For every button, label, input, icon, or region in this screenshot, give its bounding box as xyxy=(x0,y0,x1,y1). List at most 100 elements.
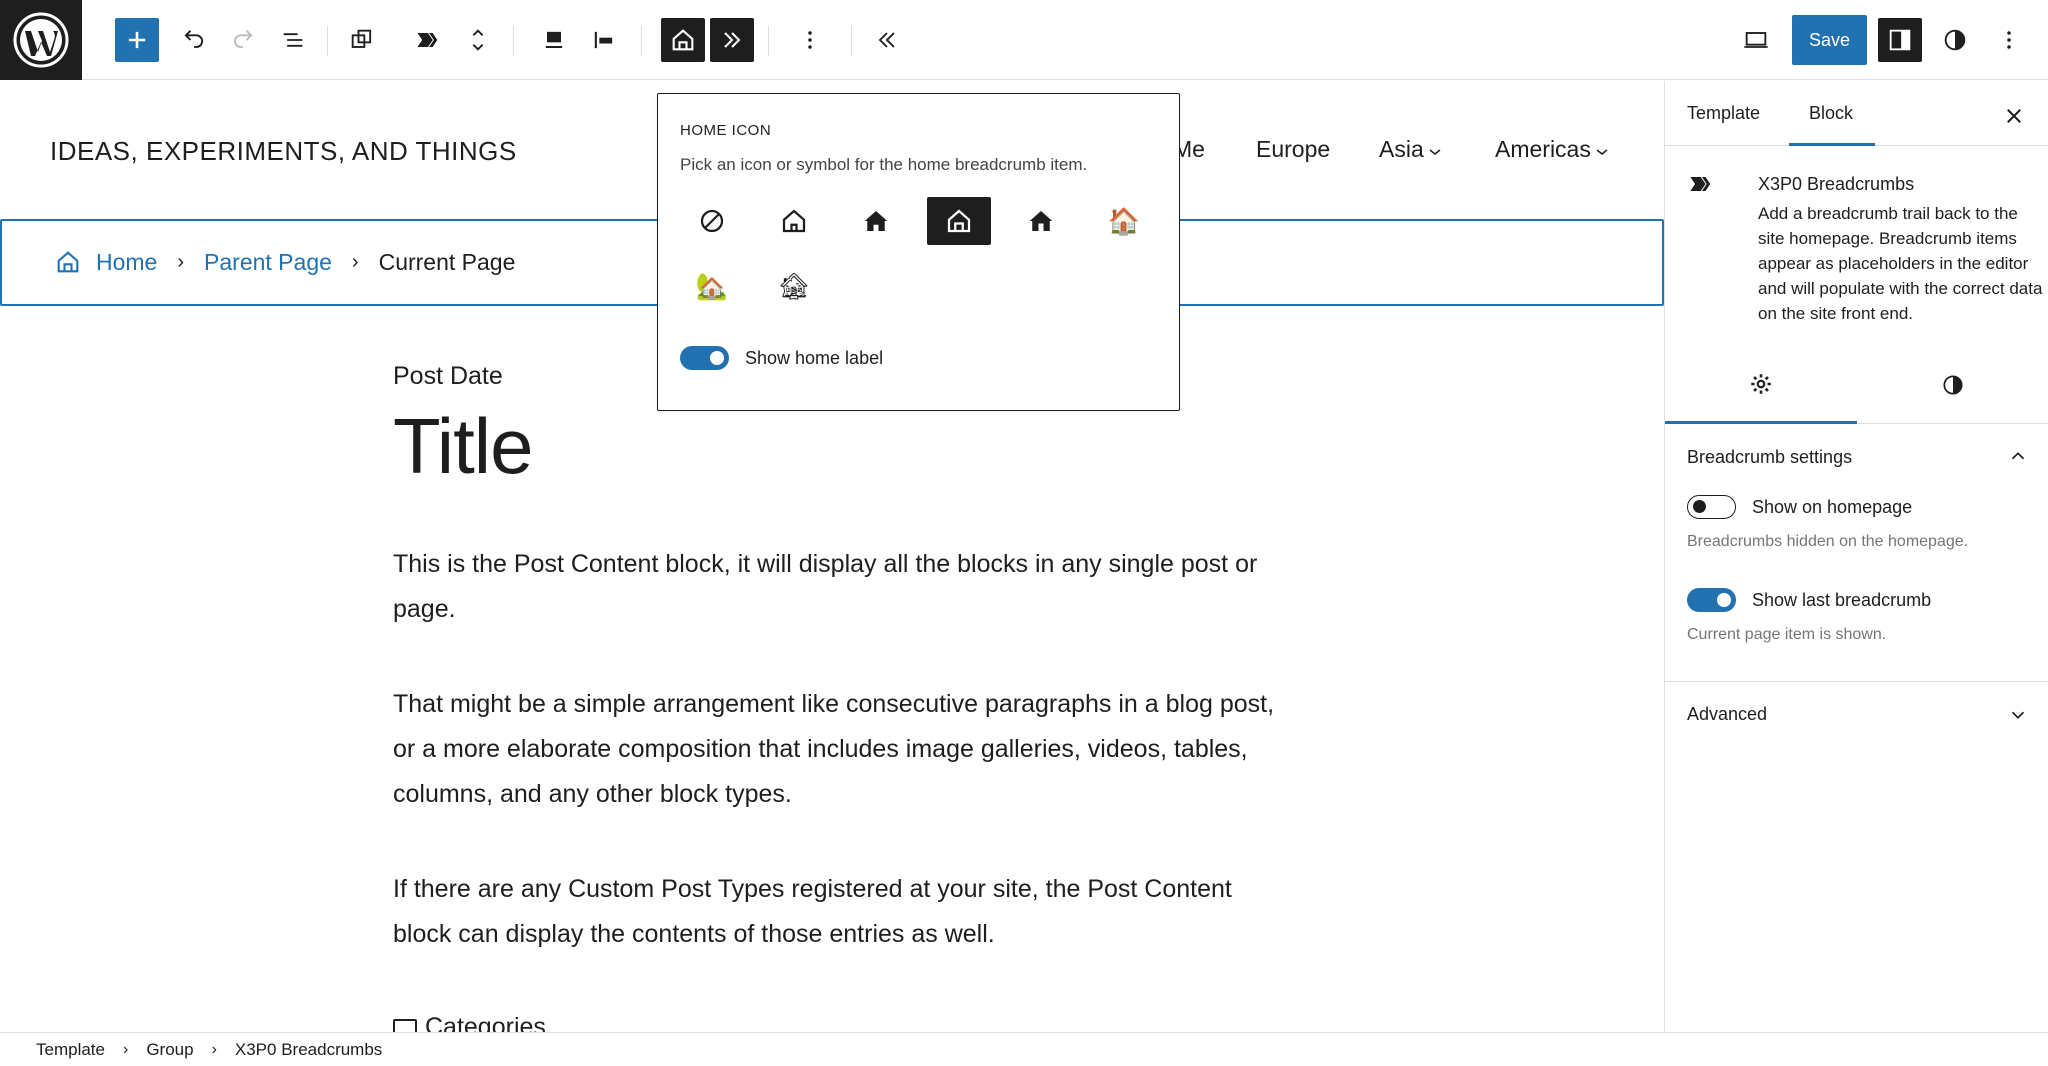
breadcrumb-current: Current Page xyxy=(378,248,516,275)
block-type-button[interactable] xyxy=(406,18,450,62)
categories-label: Categories xyxy=(425,1013,546,1032)
options-button[interactable] xyxy=(1987,18,2031,62)
icon-option-house-outline-door[interactable] xyxy=(927,197,991,245)
show-last-breadcrumb-help: Current page item is shown. xyxy=(1687,626,1887,643)
breadcrumb-home-link[interactable]: Home xyxy=(96,249,157,276)
show-home-label-toggle[interactable] xyxy=(680,346,729,370)
paragraph[interactable]: That might be a simple arrangement like … xyxy=(393,682,1293,817)
popover-heading: HOME ICON xyxy=(680,122,772,139)
navigation: Americas xyxy=(1495,136,1609,164)
chevron-double-left-icon xyxy=(878,32,895,48)
house-outline-icon xyxy=(782,209,806,233)
block-breadcrumb-bar: Template › Group › X3P0 Breadcrumbs xyxy=(0,1032,2048,1066)
home-icon xyxy=(672,29,694,51)
breadcrumb-block-icon xyxy=(1690,177,1711,191)
save-button[interactable]: Save xyxy=(1792,15,1867,65)
chevron-down-icon[interactable] xyxy=(2007,704,2029,726)
gear-icon xyxy=(1751,373,1771,394)
breadcrumb-separator: › xyxy=(351,250,359,273)
contrast-icon xyxy=(1943,375,1963,395)
post-categories[interactable]: Categories xyxy=(393,1013,546,1032)
show-on-homepage-row: Show on homepage xyxy=(1687,495,1912,519)
icon-option-house-solid-door[interactable] xyxy=(1009,197,1073,245)
close-icon[interactable] xyxy=(1999,101,2029,131)
show-last-breadcrumb-label: Show last breadcrumb xyxy=(1752,589,1932,610)
styles-button[interactable] xyxy=(1933,18,1977,62)
wordpress-icon xyxy=(13,12,69,68)
separator-icon-button[interactable] xyxy=(710,18,754,62)
footer-crumb-template[interactable]: Template xyxy=(36,1040,105,1060)
redo-icon xyxy=(233,30,253,48)
move-up-down-button[interactable] xyxy=(456,18,500,62)
icon-option-derelict-house-emoji[interactable]: 🏚 xyxy=(762,262,826,310)
tab-styles[interactable] xyxy=(1857,346,2048,424)
chevron-up-down-icon xyxy=(472,29,484,51)
sidebar-icon xyxy=(1889,29,1911,51)
undo-button[interactable] xyxy=(172,18,216,62)
navigation: Europe xyxy=(1256,136,1330,163)
icon-option-house-emoji[interactable]: 🏠 xyxy=(1092,197,1156,245)
house-solid-icon xyxy=(864,211,888,231)
add-block-button[interactable] xyxy=(115,18,159,62)
align-button[interactable] xyxy=(532,18,576,62)
icon-option-house-solid[interactable] xyxy=(844,197,908,245)
footer-crumb-block: X3P0 Breadcrumbs xyxy=(234,1039,383,1059)
preview-button[interactable] xyxy=(1734,18,1778,62)
home-icon-button[interactable] xyxy=(661,18,705,62)
chevron-down-icon xyxy=(1596,149,1608,155)
show-last-breadcrumb-toggle[interactable] xyxy=(1687,588,1736,612)
tab-settings[interactable] xyxy=(1665,346,1857,424)
tab-template[interactable]: Template xyxy=(1687,103,1760,124)
chevron-right-icon: › xyxy=(122,1040,129,1058)
nav-item-europe[interactable]: Europe xyxy=(1256,136,1330,163)
icon-option-house-garden-emoji[interactable]: 🏡 xyxy=(680,262,744,310)
tab-block[interactable]: Block xyxy=(1788,103,1876,146)
copy-icon xyxy=(351,29,372,48)
footer-crumb-group[interactable]: Group xyxy=(146,1040,193,1060)
show-last-breadcrumb-row: Show last breadcrumb xyxy=(1687,588,1931,612)
collapse-toolbar-button[interactable] xyxy=(865,18,909,62)
toolbar-divider xyxy=(641,26,642,56)
sidebar-tabs: Template Block xyxy=(1665,81,2048,146)
toolbar-divider xyxy=(768,26,769,56)
advanced-heading[interactable]: Advanced xyxy=(1687,704,1767,725)
redo-button[interactable] xyxy=(221,18,265,62)
toolbar-divider xyxy=(851,26,852,56)
chevron-up-icon[interactable] xyxy=(2007,445,2029,467)
block-options-button[interactable] xyxy=(788,18,832,62)
folder-icon xyxy=(393,1019,417,1032)
show-on-homepage-label: Show on homepage xyxy=(1752,496,1913,517)
toolbar-divider xyxy=(327,26,328,56)
post-title[interactable]: Title xyxy=(393,401,1293,492)
breadcrumb-separator: › xyxy=(177,250,185,273)
undo-icon xyxy=(184,30,204,48)
document-overview-button[interactable] xyxy=(271,18,315,62)
more-vertical-icon xyxy=(2007,31,2011,49)
navigation: Asia xyxy=(1379,136,1442,164)
desktop-icon xyxy=(1744,32,1768,48)
justify-left-icon xyxy=(594,31,613,49)
icon-option-none[interactable] xyxy=(680,197,744,245)
nav-item-asia[interactable]: Asia xyxy=(1379,136,1424,164)
show-home-label-text: Show home label xyxy=(745,347,884,368)
parent-block-button[interactable] xyxy=(340,18,384,62)
settings-sidebar-button[interactable] xyxy=(1878,18,1922,62)
popover-help-text: Pick an icon or symbol for the home brea… xyxy=(680,155,1088,174)
paragraph[interactable]: This is the Post Content block, it will … xyxy=(393,542,1293,632)
house-solid-door-icon xyxy=(1029,211,1053,231)
inspector-tabs xyxy=(1665,346,2048,424)
house-door-icon xyxy=(947,209,971,233)
show-on-homepage-toggle[interactable] xyxy=(1687,495,1736,519)
nav-item-americas[interactable]: Americas xyxy=(1495,136,1591,164)
breadcrumb-block-icon xyxy=(417,33,438,47)
block-icon xyxy=(700,209,724,233)
align-top-icon xyxy=(545,31,563,49)
breadcrumb-parent-link[interactable]: Parent Page xyxy=(204,249,332,276)
icon-option-house-outline[interactable] xyxy=(762,197,826,245)
site-title[interactable]: IDEAS, EXPERIMENTS, AND THINGS xyxy=(50,136,517,167)
chevron-double-right-icon xyxy=(724,32,741,48)
wordpress-logo-button[interactable] xyxy=(0,0,82,80)
paragraph[interactable]: If there are any Custom Post Types regis… xyxy=(393,867,1293,957)
breadcrumb-settings-heading[interactable]: Breadcrumb settings xyxy=(1687,447,1852,468)
justify-button[interactable] xyxy=(582,18,626,62)
